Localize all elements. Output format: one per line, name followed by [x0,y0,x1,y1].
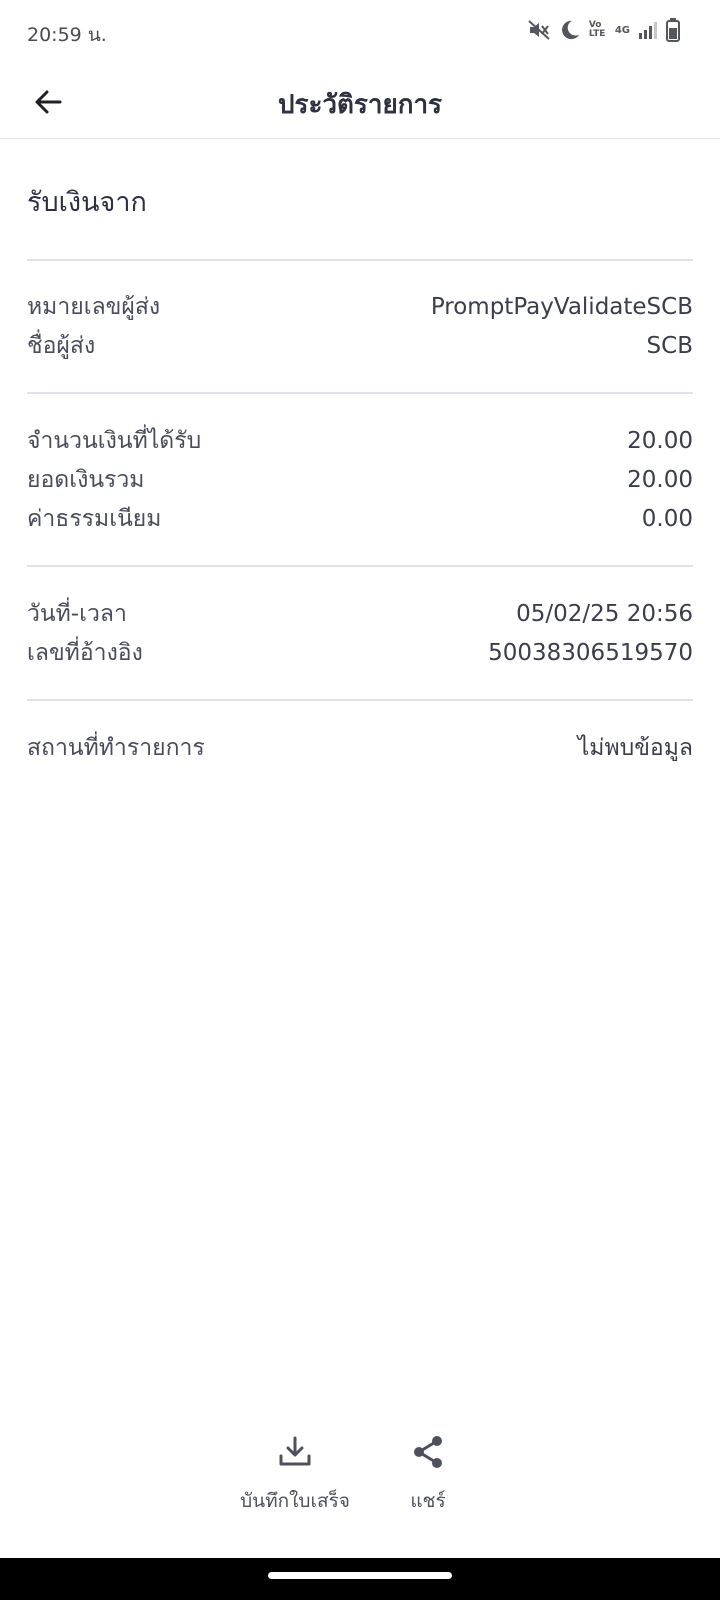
sender-name-label: ชื่อผู้ส่ง [27,333,96,359]
battery-icon [666,18,680,42]
reference-value: 50038306519570 [488,640,693,666]
download-icon [275,1432,315,1472]
datetime-label: วันที่-เวลา [27,601,127,627]
sender-name-row: ชื่อผู้ส่ง SCB [27,328,693,364]
divider [27,392,693,394]
amount-received-label: จำนวนเงินที่ได้รับ [27,428,202,454]
network-type-label: 4G [614,24,630,36]
home-gesture-handle[interactable] [268,1572,452,1579]
transaction-type-heading: รับเงินจาก [27,187,147,218]
divider [27,699,693,701]
fee-label: ค่าธรรมเนียม [27,506,162,532]
app-bar: ประวัติรายการ [0,64,720,139]
total-amount-label: ยอดเงินรวม [27,467,145,493]
sender-id-value: PromptPayValidateSCB [430,294,693,320]
mute-icon [527,18,551,42]
save-receipt-label: บันทึกใบเสร็จ [240,1490,350,1512]
divider [27,565,693,567]
divider [27,259,693,261]
fee-row: ค่าธรรมเนียม 0.00 [27,501,693,537]
datetime-row: วันที่-เวลา 05/02/25 20:56 [27,596,693,632]
page-title: ประวัติรายการ [277,90,443,120]
reference-label: เลขที่อ้างอิง [27,640,143,666]
volte-icon: Vo LTE [588,20,606,39]
system-nav-bar [0,1558,720,1600]
status-bar: 20:59 น. Vo LTE 4G [0,0,720,64]
amount-received-value: 20.00 [627,428,693,454]
location-label: สถานที่ทำรายการ [27,735,205,761]
total-amount-value: 20.00 [627,467,693,493]
share-label: แชร์ [410,1490,446,1512]
status-time: 20:59 น. [27,24,107,46]
reference-row: เลขที่อ้างอิง 50038306519570 [27,635,693,671]
datetime-value: 05/02/25 20:56 [516,601,693,627]
fee-value: 0.00 [641,506,693,532]
save-receipt-button[interactable]: บันทึกใบเสร็จ [230,1432,360,1516]
do-not-disturb-icon [559,19,581,41]
sender-id-row: หมายเลขผู้ส่ง PromptPayValidateSCB [27,289,693,325]
location-value: ไม่พบข้อมูล [577,735,693,761]
sender-name-value: SCB [646,333,693,359]
signal-icon [638,20,658,40]
status-icons: Vo LTE 4G [527,18,680,42]
bottom-actions: บันทึกใบเสร็จ แชร์ [0,1432,720,1522]
sender-id-label: หมายเลขผู้ส่ง [27,294,161,320]
location-row: สถานที่ทำรายการ ไม่พบข้อมูล [27,730,693,766]
total-amount-row: ยอดเงินรวม 20.00 [27,462,693,498]
amount-received-row: จำนวนเงินที่ได้รับ 20.00 [27,423,693,459]
share-icon [408,1432,448,1472]
share-button[interactable]: แชร์ [398,1432,458,1516]
